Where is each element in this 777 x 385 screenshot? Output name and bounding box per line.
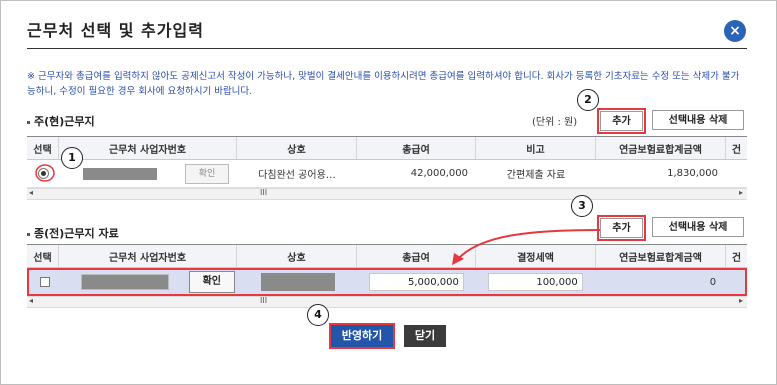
col-truncated: 건 xyxy=(731,252,742,264)
scroll-right-icon[interactable]: ▸ xyxy=(739,296,743,305)
row-business-number-cell: 확인 xyxy=(59,160,237,187)
total-salary-input[interactable]: 5,000,000 xyxy=(368,273,464,291)
row-company-name: 다침완선 공어용… xyxy=(258,170,336,181)
col-total-salary: 총급여 xyxy=(357,137,476,159)
dialog-title: 근무처 선택 및 추가입력 xyxy=(27,21,204,40)
close-button[interactable]: 닫기 xyxy=(404,325,446,347)
close-icon[interactable]: × xyxy=(724,20,746,42)
current-section-title: 주(현)근무지 xyxy=(27,113,95,129)
row-select-cell xyxy=(29,270,61,294)
col-pension-total: 연금보험료합계금액 xyxy=(596,245,726,267)
add-current-highlight: 추가 xyxy=(597,108,646,134)
row-checkbox[interactable] xyxy=(39,277,50,287)
delete-previous-button[interactable]: 선택내용 삭제 xyxy=(652,217,744,237)
guide-arrow-icon xyxy=(452,229,601,265)
masked-business-number xyxy=(83,167,157,180)
add-current-button[interactable]: 추가 xyxy=(600,111,643,131)
bullet-icon xyxy=(27,120,30,124)
row-business-number-cell: 확인 xyxy=(61,270,238,294)
company-name-input[interactable] xyxy=(260,273,335,291)
col-note: 비고 xyxy=(476,137,596,159)
col-business-number: 근무처 사업자번호 xyxy=(59,245,237,267)
previous-table-header: 선택 근무처 사업자번호 상호 총급여 결정세액 연금보험료합계금액 건 xyxy=(27,244,747,268)
bullet-icon xyxy=(27,232,30,236)
scroll-left-icon[interactable]: ◂ xyxy=(29,188,33,197)
apply-highlight: 반영하기 xyxy=(329,323,395,349)
row-pension-total: 1,830,000 xyxy=(667,168,718,179)
row-pension-total: 0 xyxy=(709,276,717,288)
row-truncated-cell xyxy=(724,270,745,294)
scroll-thumb[interactable]: III xyxy=(260,188,267,197)
current-scrollbar[interactable]: ◂ III ▸ xyxy=(27,188,747,200)
col-truncated: 건 xyxy=(731,144,742,156)
col-select: 선택 xyxy=(27,137,59,159)
previous-table: 선택 근무처 사업자번호 상호 총급여 결정세액 연금보험료합계금액 건 확인 … xyxy=(27,244,747,308)
row-truncated-cell xyxy=(726,160,747,187)
apply-button[interactable]: 반영하기 xyxy=(331,325,393,347)
scroll-thumb[interactable]: III xyxy=(260,296,267,305)
decided-tax-input[interactable]: 100,000 xyxy=(487,273,583,291)
step-1-radio-ring xyxy=(35,164,55,182)
previous-table-row[interactable]: 확인 5,000,000 100,000 0 xyxy=(27,268,747,296)
notice-text: ※ 근무자와 총급여를 입력하지 않아도 공제신고서 작성이 가능하나, 맞벌이… xyxy=(27,71,740,97)
step-1-marker: 1 xyxy=(61,147,83,169)
previous-section-title: 종(전)근무지 자료 xyxy=(27,225,119,241)
confirm-button[interactable]: 확인 xyxy=(188,271,235,293)
row-total-salary: 42,000,000 xyxy=(410,168,468,179)
row-decided-tax-cell: 100,000 xyxy=(476,270,595,294)
scroll-right-icon[interactable]: ▸ xyxy=(739,188,743,197)
previous-scrollbar[interactable]: ◂ III ▸ xyxy=(27,296,747,308)
row-company-name-cell xyxy=(238,270,357,294)
step-2-marker: 2 xyxy=(577,89,599,111)
title-divider xyxy=(27,48,747,49)
previous-section-label: 종(전)근무지 자료 xyxy=(34,227,119,240)
col-company-name: 상호 xyxy=(237,245,357,267)
scroll-left-icon[interactable]: ◂ xyxy=(29,296,33,305)
current-section-label: 주(현)근무지 xyxy=(34,115,95,128)
step-4-marker: 4 xyxy=(307,304,329,326)
col-pension-total: 연금보험료합계금액 xyxy=(596,137,726,159)
delete-current-button[interactable]: 선택내용 삭제 xyxy=(652,110,744,130)
business-number-input[interactable] xyxy=(80,274,169,290)
confirm-button-disabled[interactable]: 확인 xyxy=(185,163,229,184)
row-note: 간편제출 자료 xyxy=(506,170,566,181)
unit-label: (단위 : 원) xyxy=(532,117,578,128)
current-table: 선택 근무처 사업자번호 상호 총급여 비고 연금보험료합계금액 건 확인 다침… xyxy=(27,136,747,200)
col-select: 선택 xyxy=(27,245,59,267)
row-salary-cell: 5,000,000 xyxy=(357,270,475,294)
current-table-row[interactable]: 확인 다침완선 공어용… 42,000,000 간편제출 자료 1,830,00… xyxy=(27,160,747,188)
step-3-marker: 3 xyxy=(571,195,593,217)
col-company-name: 상호 xyxy=(237,137,357,159)
col-business-number: 근무처 사업자번호 xyxy=(59,137,237,159)
current-table-header: 선택 근무처 사업자번호 상호 총급여 비고 연금보험료합계금액 건 xyxy=(27,136,747,160)
